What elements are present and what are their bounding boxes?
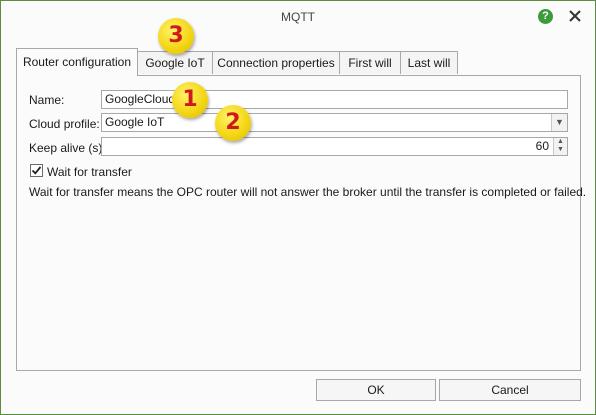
tab-connection-properties[interactable]: Connection properties: [212, 51, 340, 74]
keep-alive-value: 60: [535, 139, 549, 153]
wait-for-transfer-checkbox[interactable]: [30, 164, 43, 177]
callout-badge-1: 1: [172, 82, 208, 118]
cloud-profile-value: Google IoT: [105, 115, 165, 129]
name-label: Name:: [29, 93, 65, 107]
wait-for-transfer-label[interactable]: Wait for transfer: [47, 165, 132, 179]
cloud-profile-select[interactable]: Google IoT ▼: [101, 113, 568, 132]
title-bar: MQTT ?: [1, 1, 595, 33]
tab-first-will[interactable]: First will: [339, 51, 401, 74]
tab-last-will[interactable]: Last will: [400, 51, 458, 74]
spin-buttons[interactable]: ▲ ▼: [553, 138, 567, 155]
wait-for-transfer-info: Wait for transfer means the OPC router w…: [29, 185, 587, 199]
checkmark-icon: [31, 166, 42, 175]
tab-router-configuration[interactable]: Router configuration: [16, 48, 138, 76]
mqtt-dialog: MQTT ? Router configuration Google IoT C…: [0, 0, 596, 415]
keep-alive-stepper[interactable]: 60 ▲ ▼: [101, 137, 568, 156]
ok-button[interactable]: OK: [316, 379, 436, 401]
window-title: MQTT: [281, 10, 315, 24]
close-icon[interactable]: [566, 7, 584, 25]
callout-badge-2: 2: [215, 105, 251, 141]
cancel-button[interactable]: Cancel: [439, 379, 581, 401]
spin-up-icon[interactable]: ▲: [554, 138, 567, 146]
spin-down-icon[interactable]: ▼: [554, 146, 567, 154]
chevron-down-icon[interactable]: ▼: [551, 114, 567, 131]
keep-alive-label: Keep alive (s):: [29, 141, 106, 155]
cloud-profile-label: Cloud profile:: [29, 117, 100, 131]
tab-google-iot[interactable]: Google IoT: [137, 51, 213, 74]
help-icon[interactable]: ?: [538, 9, 553, 24]
callout-badge-3: 3: [158, 18, 194, 54]
